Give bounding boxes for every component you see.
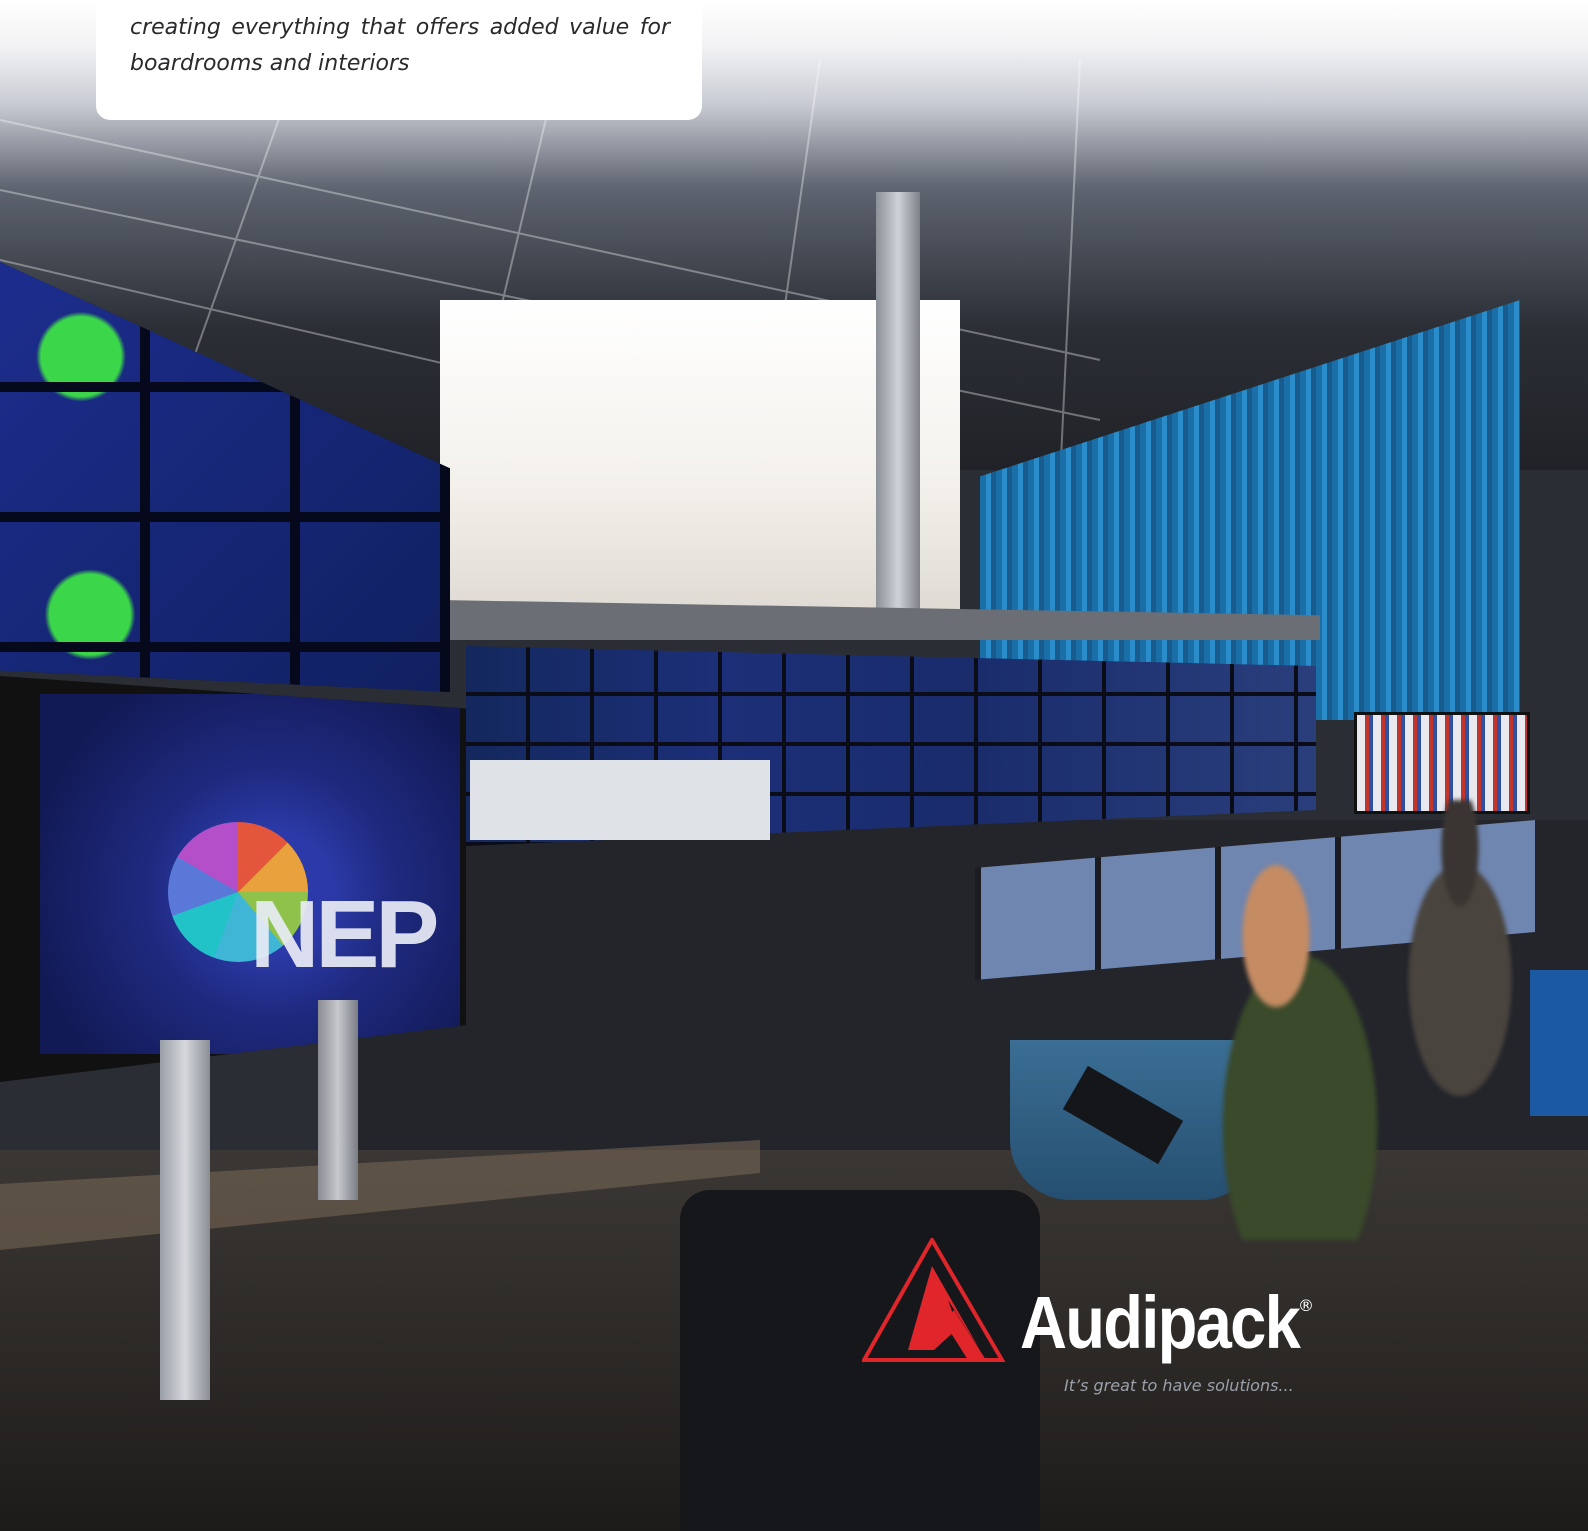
screen-brand-text: NEP: [250, 881, 439, 988]
waveform-monitor: [470, 760, 770, 840]
side-monitor: [1354, 712, 1530, 814]
operator-front: [1180, 860, 1420, 1240]
audipack-triangle-icon: [862, 1238, 1006, 1362]
control-room-photo: NEP: [0, 0, 1588, 1531]
brand-name: Audipack: [1020, 1281, 1301, 1364]
audipack-logo: Audipack ® It’s great to have solutions.…: [862, 1238, 1322, 1408]
display-stand-rear: [318, 1000, 358, 1200]
side-accent-tab: [1530, 970, 1588, 1116]
brochure-page: NEP creating everything that offers adde…: [0, 0, 1588, 1531]
registered-mark: ®: [1298, 1296, 1314, 1315]
intro-text: creating everything that offers added va…: [130, 15, 670, 76]
support-column: [876, 192, 920, 632]
display-stand: [160, 1040, 210, 1400]
brand-tagline: It’s great to have solutions...: [1064, 1376, 1294, 1395]
